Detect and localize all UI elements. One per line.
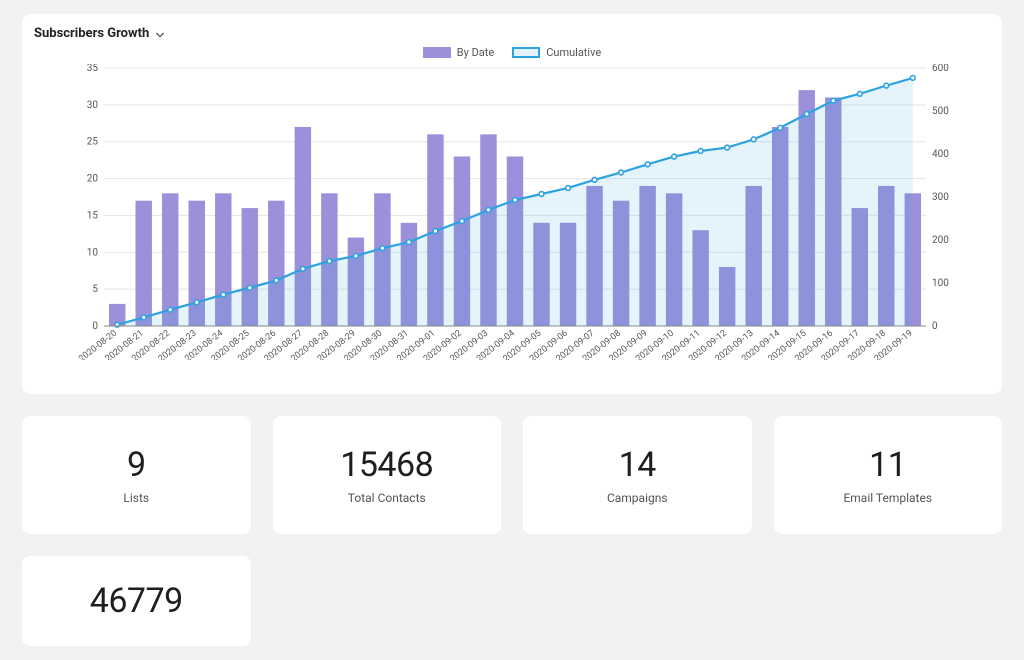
stat-card-unknown[interactable]: 46779 xyxy=(22,556,251,646)
cumulative-point xyxy=(884,83,889,88)
legend-label: Cumulative xyxy=(546,46,601,59)
chevron-down-icon xyxy=(155,29,165,39)
cumulative-point xyxy=(857,91,862,96)
stat-value: 14 xyxy=(619,445,656,485)
cumulative-point xyxy=(592,177,597,182)
legend-item-cumulative[interactable]: Cumulative xyxy=(512,46,601,59)
cumulative-point xyxy=(831,98,836,103)
svg-text:400: 400 xyxy=(932,149,949,160)
stat-label: Campaigns xyxy=(607,491,668,505)
cumulative-point xyxy=(300,266,305,271)
stat-value: 9 xyxy=(127,445,146,485)
legend-item-by-date[interactable]: By Date xyxy=(423,46,494,59)
cumulative-point xyxy=(327,259,332,264)
svg-text:0: 0 xyxy=(92,321,98,332)
dashboard-page: Subscribers Growth By Date Cumulative 0 5… xyxy=(0,0,1024,660)
stat-label: Total Contacts xyxy=(348,491,426,505)
svg-text:100: 100 xyxy=(932,278,949,289)
cumulative-point xyxy=(513,198,518,203)
stats-row-2: 46779 xyxy=(22,556,1002,646)
cumulative-point xyxy=(566,186,571,191)
chart-title: Subscribers Growth xyxy=(34,26,149,41)
cumulative-point xyxy=(194,300,199,305)
stat-value: 11 xyxy=(869,445,906,485)
svg-text:30: 30 xyxy=(87,100,99,111)
svg-text:5: 5 xyxy=(92,284,98,295)
svg-text:25: 25 xyxy=(87,137,99,148)
subscribers-growth-card: Subscribers Growth By Date Cumulative 0 5… xyxy=(22,14,1002,394)
legend-swatch-line xyxy=(512,47,540,58)
stat-card-email-templates[interactable]: 11 Email Templates xyxy=(774,416,1003,534)
cumulative-point xyxy=(751,137,756,142)
cumulative-point xyxy=(804,112,809,117)
cumulative-point xyxy=(619,170,624,175)
legend-swatch-bar xyxy=(423,47,451,58)
svg-text:15: 15 xyxy=(87,210,99,221)
cumulative-point xyxy=(645,162,650,167)
chart-title-dropdown[interactable]: Subscribers Growth xyxy=(34,26,165,41)
cumulative-point xyxy=(725,145,730,150)
bar xyxy=(135,201,151,326)
cumulative-point xyxy=(778,125,783,130)
svg-text:0: 0 xyxy=(932,321,938,332)
svg-text:10: 10 xyxy=(87,247,99,258)
cumulative-point xyxy=(221,292,226,297)
svg-text:20: 20 xyxy=(87,174,99,185)
cumulative-point xyxy=(910,75,915,80)
svg-text:600: 600 xyxy=(932,64,949,74)
svg-text:35: 35 xyxy=(87,64,99,74)
svg-text:500: 500 xyxy=(932,106,949,117)
cumulative-point xyxy=(274,278,279,283)
stats-row-1: 9 Lists 15468 Total Contacts 14 Campaign… xyxy=(22,416,1002,534)
cumulative-point xyxy=(486,208,491,213)
cumulative-point xyxy=(698,149,703,154)
stat-card-total-contacts[interactable]: 15468 Total Contacts xyxy=(273,416,502,534)
cumulative-point xyxy=(433,229,438,234)
stat-value: 15468 xyxy=(340,445,433,485)
stat-label: Email Templates xyxy=(843,491,932,505)
cumulative-point xyxy=(539,192,544,197)
cumulative-point xyxy=(247,285,252,290)
stat-value: 46779 xyxy=(90,581,183,621)
chart-legend: By Date Cumulative xyxy=(22,46,1002,59)
cumulative-point xyxy=(672,154,677,159)
cumulative-point xyxy=(141,315,146,320)
legend-label: By Date xyxy=(457,46,494,59)
cumulative-point xyxy=(380,246,385,251)
stat-label: Lists xyxy=(123,491,149,505)
cumulative-point xyxy=(353,254,358,259)
stat-card-campaigns[interactable]: 14 Campaigns xyxy=(523,416,752,534)
cumulative-point xyxy=(460,219,465,224)
svg-text:300: 300 xyxy=(932,192,949,203)
cumulative-point xyxy=(168,307,173,312)
svg-text:200: 200 xyxy=(932,235,949,246)
cumulative-point xyxy=(407,240,412,245)
stat-card-lists[interactable]: 9 Lists xyxy=(22,416,251,534)
chart-plot-area: 0510152025303501002003004005006002020-08… xyxy=(76,64,954,360)
bar xyxy=(162,193,178,326)
